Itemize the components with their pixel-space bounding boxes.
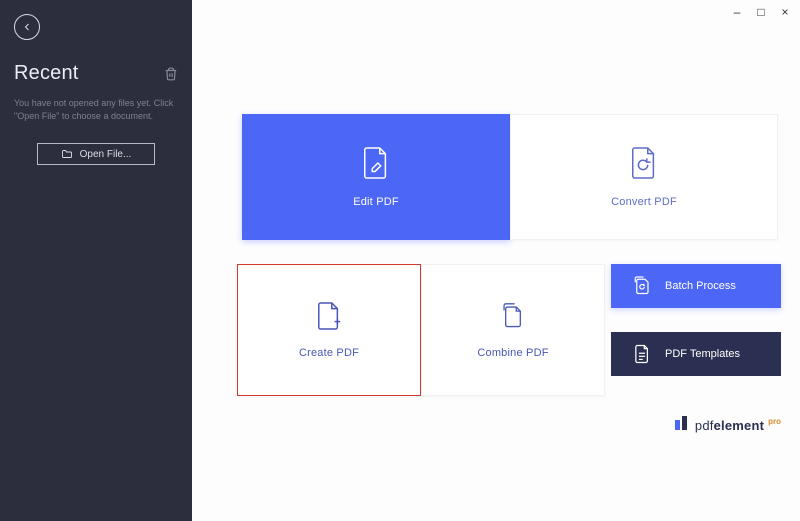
tile-row-1: Edit PDF Convert PDF xyxy=(242,114,778,240)
back-button[interactable] xyxy=(14,14,40,40)
chevron-left-icon xyxy=(21,21,33,33)
open-file-label: Open File... xyxy=(80,149,132,160)
maximize-button[interactable]: □ xyxy=(754,5,768,19)
combine-pdf-icon xyxy=(500,301,526,331)
brand-pro-badge: pro xyxy=(768,417,781,426)
create-pdf-tile[interactable]: Create PDF xyxy=(237,264,421,396)
brand-logo-icon xyxy=(675,416,687,430)
edit-pdf-tile[interactable]: Edit PDF xyxy=(242,114,510,240)
tile-column-right: Batch Process PDF Templates xyxy=(611,264,781,376)
create-pdf-icon xyxy=(316,301,342,331)
pdf-templates-label: PDF Templates xyxy=(665,348,740,360)
templates-icon xyxy=(633,344,651,364)
trash-icon[interactable] xyxy=(164,67,178,81)
app-window: – □ × Recent You have not opened any fil… xyxy=(0,0,800,521)
combine-pdf-tile[interactable]: Combine PDF xyxy=(421,264,605,396)
open-file-button[interactable]: Open File... xyxy=(37,143,155,165)
recent-header: Recent xyxy=(14,62,178,85)
edit-pdf-icon xyxy=(361,146,391,180)
convert-pdf-label: Convert PDF xyxy=(611,196,677,208)
recent-title: Recent xyxy=(14,62,79,85)
edit-pdf-label: Edit PDF xyxy=(353,196,399,208)
tile-row-2: Create PDF Combine PDF xyxy=(237,264,605,396)
main-panel: Edit PDF Convert PDF Create PDF xyxy=(192,0,800,521)
minimize-button[interactable]: – xyxy=(730,5,744,19)
create-pdf-label: Create PDF xyxy=(299,347,359,359)
brand-name: pdfelement xyxy=(695,418,764,433)
sidebar: Recent You have not opened any files yet… xyxy=(0,0,192,521)
pdf-templates-tile[interactable]: PDF Templates xyxy=(611,332,781,376)
recent-empty-hint: You have not opened any files yet. Click… xyxy=(14,97,178,123)
batch-process-tile[interactable]: Batch Process xyxy=(611,264,781,308)
batch-process-label: Batch Process xyxy=(665,280,736,292)
folder-icon xyxy=(61,149,73,159)
convert-pdf-tile[interactable]: Convert PDF xyxy=(510,114,778,240)
convert-pdf-icon xyxy=(629,146,659,180)
window-controls: – □ × xyxy=(722,0,800,24)
batch-icon xyxy=(633,276,651,296)
combine-pdf-label: Combine PDF xyxy=(477,347,548,359)
close-button[interactable]: × xyxy=(778,5,792,19)
brand-footer: pdfelement pro xyxy=(611,416,781,433)
